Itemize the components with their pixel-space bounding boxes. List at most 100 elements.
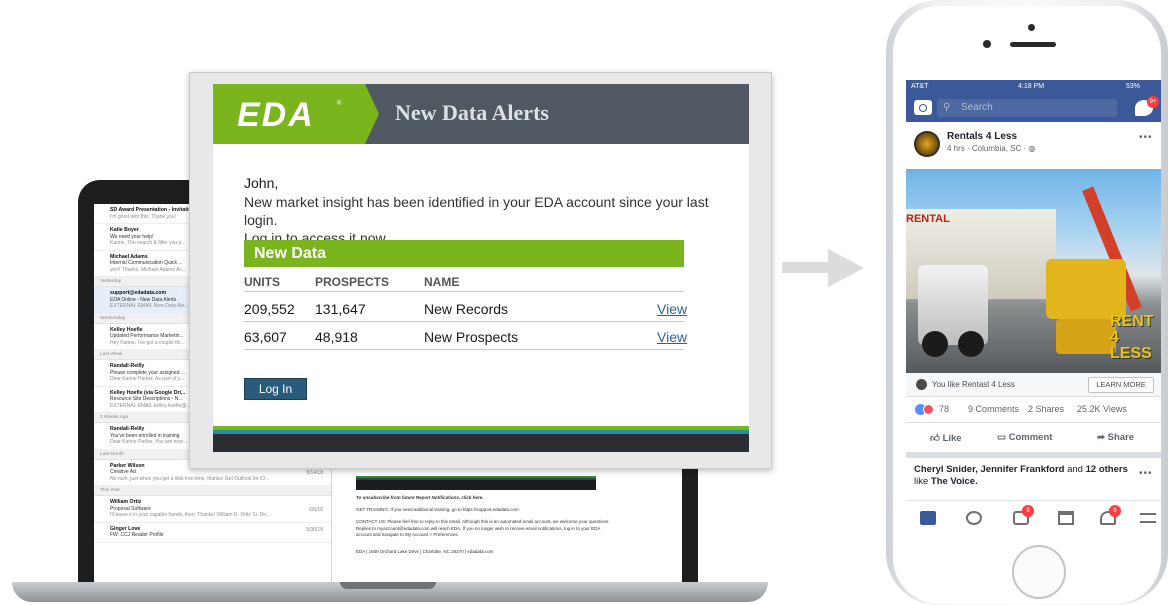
status-carrier: AT&T xyxy=(911,83,929,90)
friends-names[interactable]: Cheryl Snider, Jennifer Frankford xyxy=(914,464,1064,475)
message-body: New market insight has been identified i… xyxy=(244,193,724,247)
eda-logo: EDA xyxy=(237,96,315,134)
unsubscribe-text[interactable]: To unsubscribe from future Report Notifi… xyxy=(356,495,616,502)
address-text: EDA | 1509 Orchard Lake Drive | Charlott… xyxy=(356,549,494,554)
messenger-badge: 9+ xyxy=(1147,96,1159,108)
cta-bar: You like Rentasl 4 Less LEARN MORE xyxy=(906,373,1161,397)
email-header: EDA ® New Data Alerts xyxy=(213,84,749,144)
overlay-line2: LESS xyxy=(1110,345,1152,362)
notifications-badge: 6 xyxy=(1109,505,1121,517)
view-link[interactable]: View xyxy=(657,301,687,317)
status-battery: 53% xyxy=(1126,83,1141,90)
phone-sensor xyxy=(1028,24,1035,31)
table-divider xyxy=(244,349,684,350)
eda-registered-mark: ® xyxy=(337,101,342,107)
mail-date: 8/14/18 xyxy=(306,470,323,476)
learn-more-button[interactable]: LEARN MORE xyxy=(1088,377,1154,393)
contact-text: CONTACT US: Please feel free to reply to… xyxy=(356,519,610,537)
thumbs-up-icon: 👍︎ xyxy=(930,433,943,444)
comment-button[interactable]: ▭ Comment xyxy=(997,432,1052,443)
column-name: NAME xyxy=(424,275,460,289)
search-input[interactable]: ⚲ Search xyxy=(937,99,1117,117)
phone-screen: AT&T 4:18 PM 53% ⚲ Search 9+ Rentals 4 L… xyxy=(906,80,1161,536)
phone-speaker xyxy=(1010,42,1056,47)
rent-4-less-overlay: RENT 4 LESS xyxy=(1110,314,1161,362)
page-like-icon xyxy=(916,379,927,390)
mail-preview: No rush, just when you get a little free… xyxy=(110,475,270,482)
email-title: New Data Alerts xyxy=(395,100,549,125)
post-meta: 4 hrs · Columbia, SC · ◍ xyxy=(947,144,1035,153)
friends-like-line: Cheryl Snider, Jennifer Frankford and 12… xyxy=(914,464,1134,488)
post-meta-text: 4 hrs · Columbia, SC · xyxy=(947,144,1029,153)
new-data-header: New Data xyxy=(244,240,684,267)
mail-date: 5/30/18 xyxy=(306,526,323,533)
wheel-shape xyxy=(922,331,948,357)
wheel-shape xyxy=(958,331,984,357)
share-label: Share xyxy=(1107,432,1135,443)
backhoe-shape xyxy=(1046,259,1126,319)
table-divider xyxy=(244,321,684,322)
camera-icon[interactable] xyxy=(914,100,932,115)
post-stats: 78 9 Comments 2 Shares 25.2K Views xyxy=(906,398,1161,422)
friends-like-text: Cheryl Snider, Jennifer Frankford and 12… xyxy=(906,460,1161,500)
post-header: Rentals 4 Less 4 hrs · Columbia, SC · ◍ … xyxy=(906,122,1161,169)
like-button[interactable]: 👍︎ Like xyxy=(930,432,962,444)
mail-list-item[interactable]: William Ortiz Proposal Software I'll leave… xyxy=(94,496,331,523)
reactions-count[interactable]: 78 xyxy=(939,404,949,414)
email-card: EDA ® New Data Alerts John, New market i… xyxy=(213,84,749,452)
eda-logo-arrow xyxy=(365,84,379,144)
column-prospects: PROSPECTS xyxy=(315,275,390,289)
comments-count[interactable]: 9 Comments xyxy=(968,404,1019,414)
row-units: 63,607 xyxy=(244,329,287,345)
footer-stripe-dark xyxy=(213,434,749,452)
marketplace-icon[interactable] xyxy=(1058,511,1074,525)
status-time: 4:18 PM xyxy=(1018,83,1045,90)
view-link[interactable]: View xyxy=(657,329,687,345)
training-text: GET TRAINING: If you need additional tra… xyxy=(356,507,519,512)
shares-count[interactable]: 2 Shares xyxy=(1028,404,1064,414)
backhoe-base-shape xyxy=(1056,319,1116,354)
rental-sign: RENTAL xyxy=(906,213,950,225)
home-button[interactable] xyxy=(1012,545,1066,599)
column-units: UNITS xyxy=(244,275,280,289)
new-data-title: New Data xyxy=(254,245,327,262)
video-badge: 9 xyxy=(1022,505,1034,517)
email-footer-strip xyxy=(356,476,596,490)
friends-page[interactable]: The Voice. xyxy=(931,476,978,487)
friends-others[interactable]: 12 others xyxy=(1086,464,1128,475)
post-image[interactable]: RENTAL RENT 4 LESS xyxy=(906,169,1161,373)
overlay-line1: RENT 4 xyxy=(1110,313,1154,346)
search-icon: ⚲ xyxy=(943,102,951,113)
page-name[interactable]: Rentals 4 Less xyxy=(947,131,1017,142)
table-divider xyxy=(244,291,684,292)
share-button[interactable]: ➦ Share xyxy=(1097,432,1134,443)
tab-bar: 9 6 xyxy=(906,500,1161,536)
avatar[interactable] xyxy=(914,131,940,157)
love-reaction-icon xyxy=(923,404,934,415)
menu-icon[interactable] xyxy=(1140,513,1156,523)
more-options-icon[interactable]: ••• xyxy=(1139,468,1153,480)
row-prospects: 48,918 xyxy=(315,329,358,345)
arrow-right-icon xyxy=(782,262,828,273)
mail-subject: FW: CCJ Reader Profile xyxy=(110,532,164,538)
share-icon: ➦ xyxy=(1097,432,1108,443)
row-name: New Prospects xyxy=(424,329,519,345)
news-feed-icon[interactable] xyxy=(920,511,936,525)
search-placeholder: Search xyxy=(961,102,993,113)
login-button[interactable]: Log In xyxy=(244,378,307,400)
row-prospects: 131,647 xyxy=(315,301,366,317)
message-line1: New market insight has been identified i… xyxy=(244,194,709,228)
row-units: 209,552 xyxy=(244,301,295,317)
like-label: Like xyxy=(942,433,962,444)
you-like-text: You like Rentasl 4 Less xyxy=(932,380,1015,389)
views-count: 25.2K Views xyxy=(1077,404,1127,414)
friends-icon[interactable] xyxy=(966,511,982,525)
mail-section-header: This Year xyxy=(94,486,331,496)
status-bar: AT&T 4:18 PM 53% xyxy=(906,80,1161,94)
mail-list-item[interactable]: Ginger Love FW: CCJ Reader Profile 5/30/18 xyxy=(94,523,331,543)
laptop-notch xyxy=(340,582,436,589)
globe-icon: ◍ xyxy=(1028,144,1036,153)
mail-date: 6/6/18 xyxy=(309,506,323,513)
greeting: John, xyxy=(244,175,279,191)
more-options-icon[interactable]: ••• xyxy=(1139,132,1153,143)
